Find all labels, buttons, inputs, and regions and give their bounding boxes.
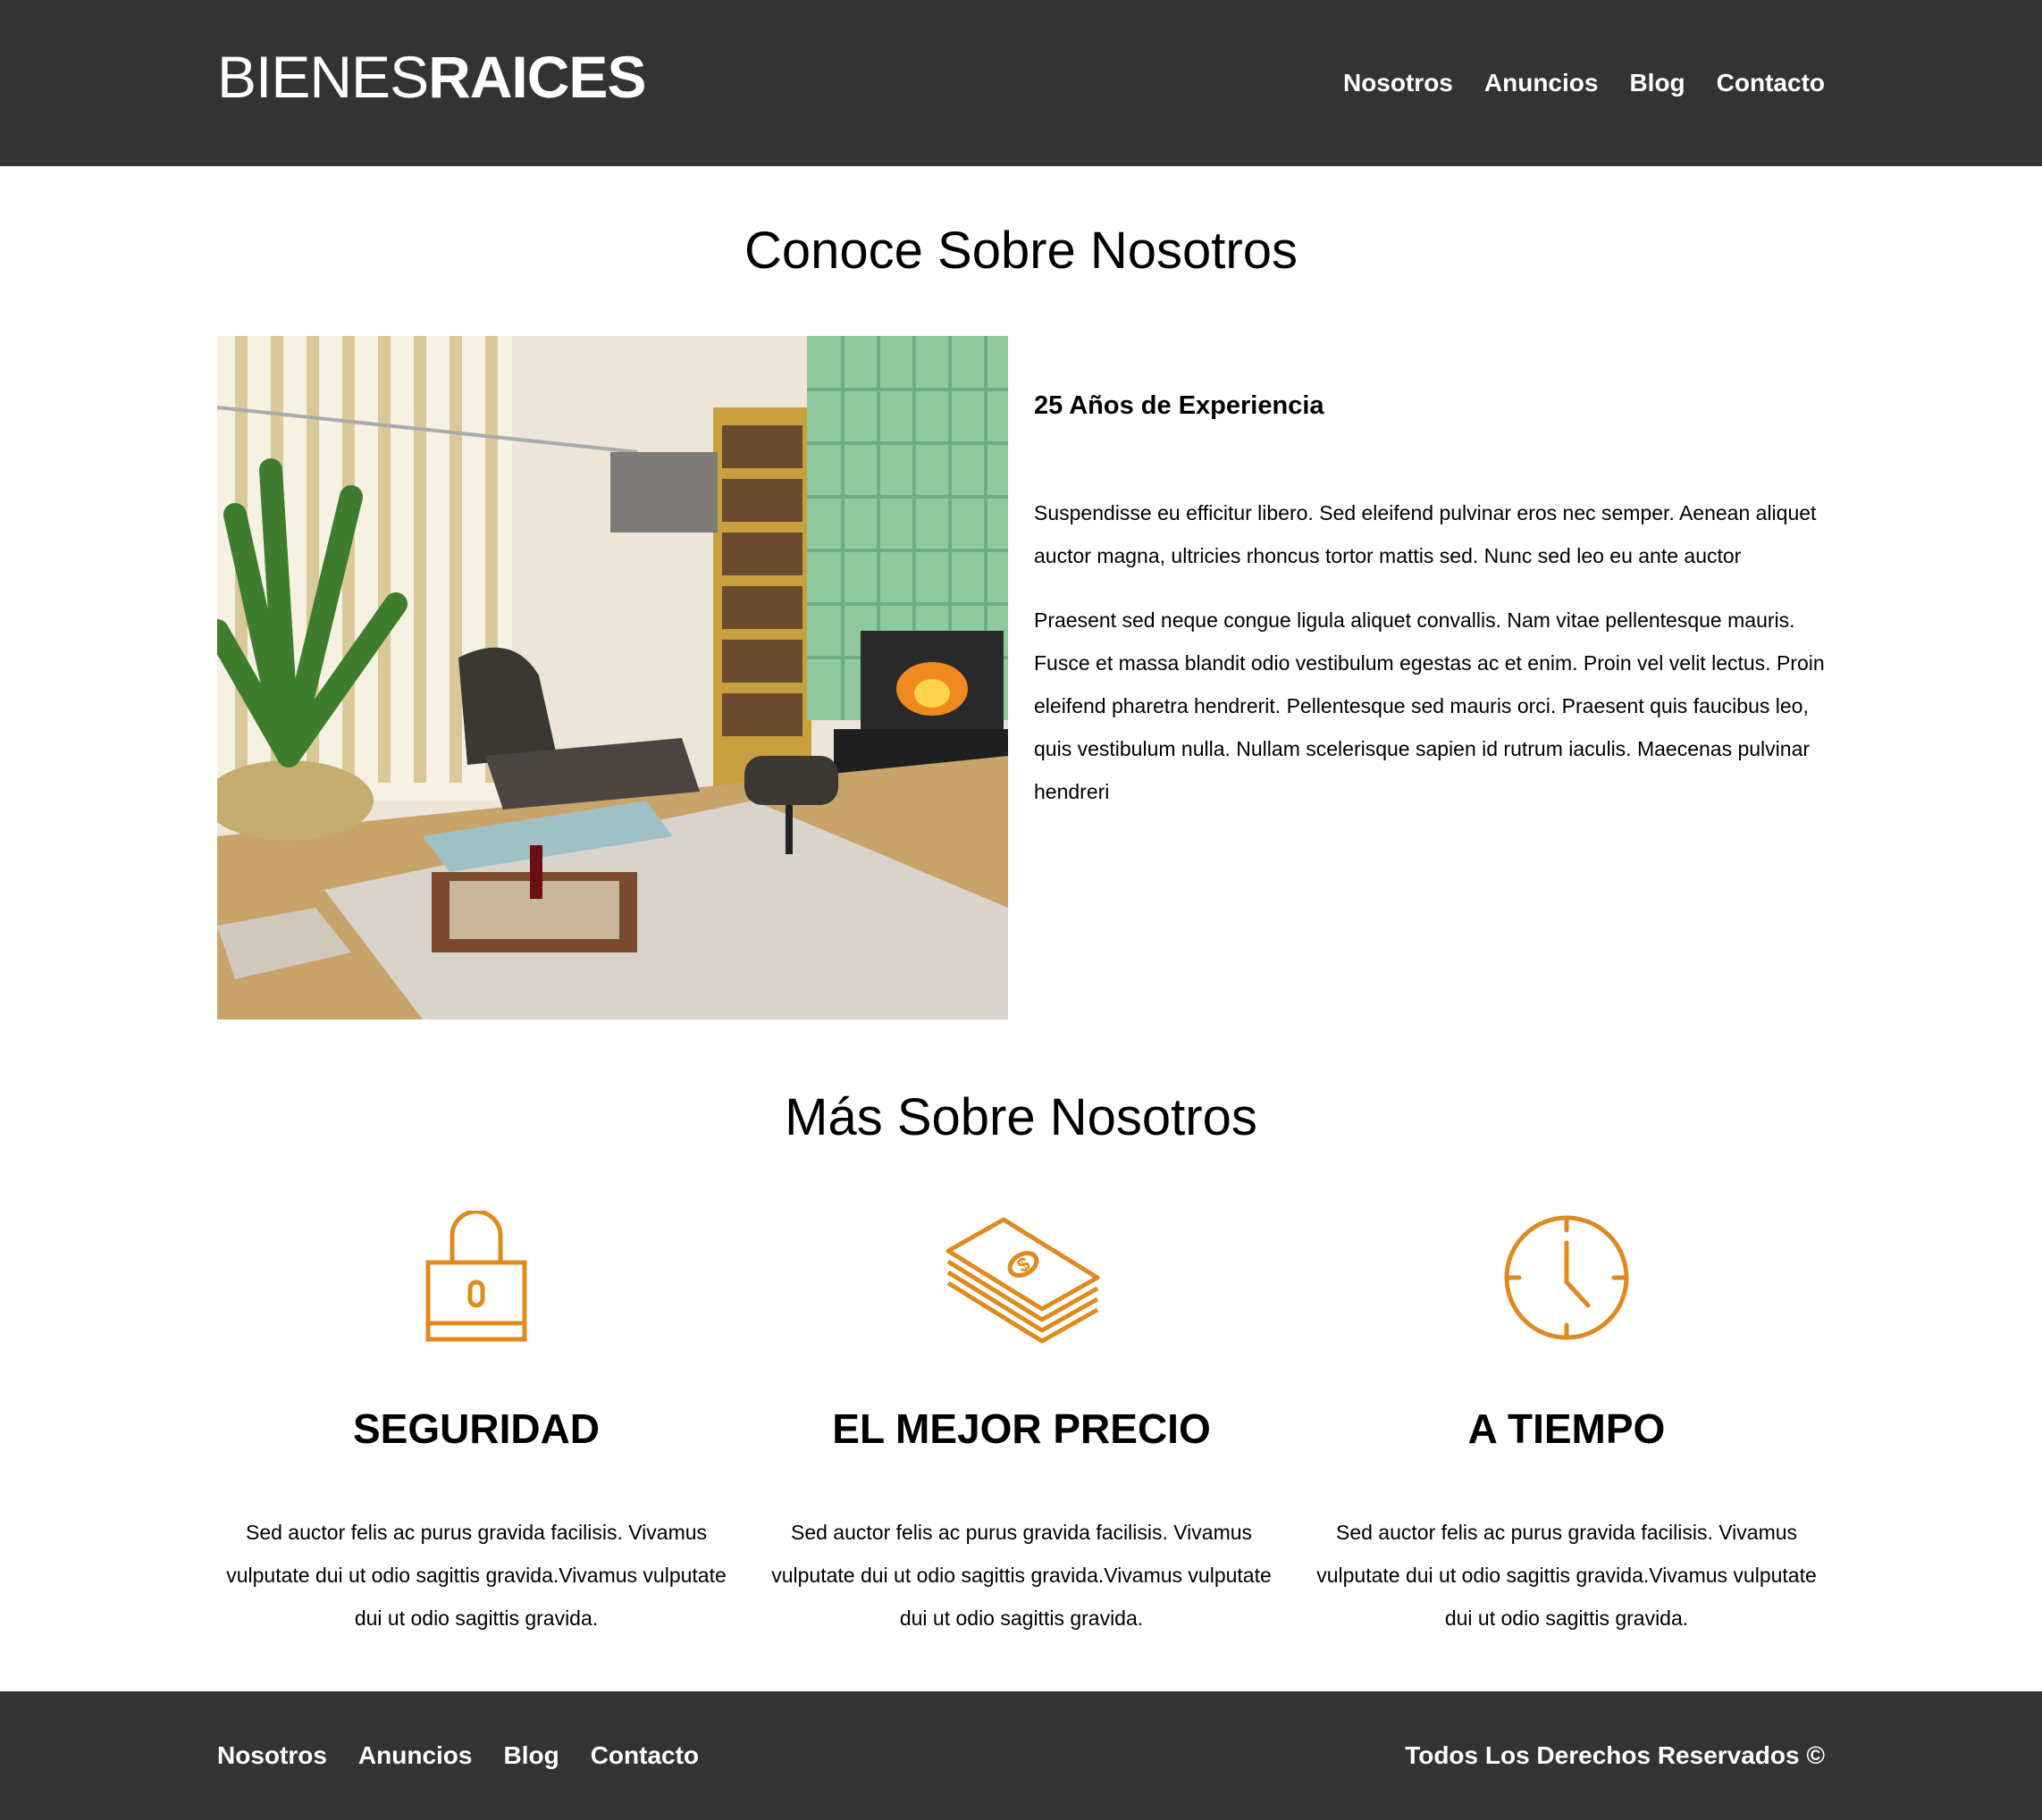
about-content: 25 Años de Experiencia Suspendisse eu ef…	[1034, 377, 1829, 835]
site-logo[interactable]: BIENESRAICES	[217, 39, 646, 115]
copyright-text: Todos Los Derechos Reservados ©	[1405, 1741, 1825, 1769]
feature-precio: $ EL MEJOR PRECIO Sed auctor felis ac pu…	[762, 1211, 1281, 1640]
feature-seguridad: SEGURIDAD Sed auctor felis ac purus grav…	[217, 1211, 735, 1640]
logo-light-text: BIENES	[217, 44, 429, 110]
feature-title: SEGURIDAD	[352, 1405, 601, 1452]
nav-link-anuncios[interactable]: Anuncios	[1484, 63, 1599, 104]
about-subtitle: 25 Años de Experiencia	[1034, 391, 1324, 420]
feature-text: Sed auctor felis ac purus gravida facili…	[1316, 1521, 1817, 1630]
feature-text: Sed auctor felis ac purus gravida facili…	[226, 1521, 727, 1630]
living-room-illustration	[217, 336, 1008, 1019]
site-header: BIENESRAICES Nosotros Anuncios Blog Cont…	[0, 0, 2042, 166]
footer-link-anuncios[interactable]: Anuncios	[358, 1735, 473, 1776]
about-paragraph-2: Praesent sed neque congue ligula aliquet…	[1034, 608, 1825, 803]
footer-link-nosotros[interactable]: Nosotros	[217, 1735, 327, 1776]
about-title: Conoce Sobre Nosotros	[744, 222, 1298, 280]
logo-bold-text: RAICES	[428, 44, 646, 110]
living-room-photo	[217, 336, 1008, 1019]
nav-link-nosotros[interactable]: Nosotros	[1343, 63, 1453, 104]
about-paragraph-1: Suspendisse eu efficitur libero. Sed ele…	[1034, 501, 1817, 567]
clock-icon	[1504, 1215, 1629, 1340]
footer-nav: Nosotros Anuncios Blog Contacto	[217, 1735, 699, 1776]
feature-text: Sed auctor felis ac purus gravida facili…	[771, 1521, 1272, 1630]
nav-link-blog[interactable]: Blog	[1629, 63, 1685, 104]
footer-link-contacto[interactable]: Contacto	[591, 1735, 699, 1776]
site-footer: Nosotros Anuncios Blog Contacto Todos Lo…	[0, 1691, 2042, 1820]
footer-link-blog[interactable]: Blog	[503, 1735, 559, 1776]
lock-icon	[425, 1211, 527, 1342]
feature-title: EL MEJOR PRECIO	[832, 1405, 1211, 1452]
features-section: SEGURIDAD Sed auctor felis ac purus grav…	[217, 1211, 1826, 1640]
nav-link-contacto[interactable]: Contacto	[1717, 63, 1825, 104]
main-nav: Nosotros Anuncios Blog Contacto	[1343, 63, 1825, 104]
money-icon: $	[945, 1217, 1100, 1344]
more-title: Más Sobre Nosotros	[785, 1088, 1257, 1146]
feature-a-tiempo: A TIEMPO Sed auctor felis ac purus gravi…	[1307, 1211, 1826, 1640]
feature-title: A TIEMPO	[1467, 1405, 1666, 1452]
